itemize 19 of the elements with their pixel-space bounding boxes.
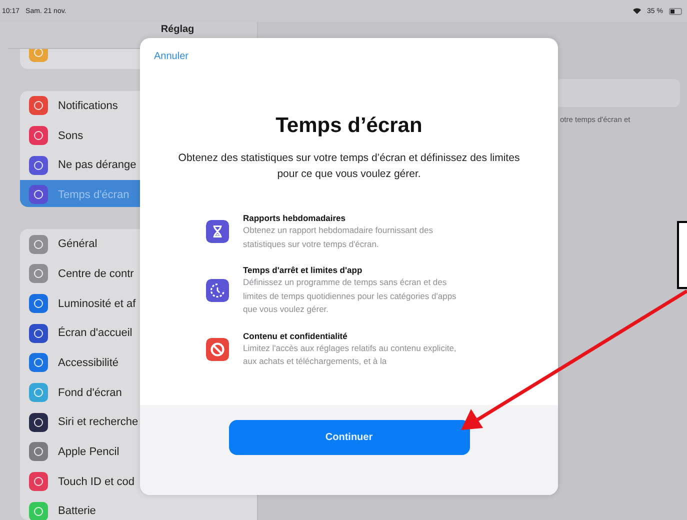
feature-title: Temps d'arrêt et limites d'app xyxy=(243,264,364,276)
settings-row[interactable]: Sons xyxy=(20,120,257,150)
continue-button[interactable]: Continuer xyxy=(228,420,470,455)
settings-row[interactable]: Batterie xyxy=(20,496,257,520)
feature-title: Contenu et confidentialité xyxy=(243,330,348,342)
settings-row[interactable]: Fond d'écran xyxy=(20,378,257,408)
annotation-box xyxy=(677,221,687,289)
battery-icon xyxy=(669,8,683,14)
feature-title: Rapports hebdomadaires xyxy=(243,212,346,224)
settings-row[interactable]: Notifications xyxy=(20,91,257,121)
settings-row[interactable]: Touch ID et cod xyxy=(20,466,257,497)
modal-subtitle: Obtenez des statistiques sur votre temps d’écran et définissez des limites pour ce que vous voulez gérer. xyxy=(178,151,520,182)
cancel-link[interactable]: Annuler xyxy=(140,38,188,62)
feature-description: Définissez un programme de temps sans écran et des limites de temps quotidiennes pour les catégories d'apps que vous voulez gérer. xyxy=(243,276,458,316)
feature-description: Obtenez un rapport hebdomadaire fournissant des statistiques sur votre temps d'écran. xyxy=(243,224,434,251)
modal-title: Temps d’écran xyxy=(274,114,424,138)
wifi-icon xyxy=(633,8,642,14)
sidebar-title: Réglag xyxy=(160,24,194,35)
feature-description: Limitez l'accès aux réglages relatifs au contenu explicite, aux achats et téléchargements, et à la xyxy=(243,342,458,368)
